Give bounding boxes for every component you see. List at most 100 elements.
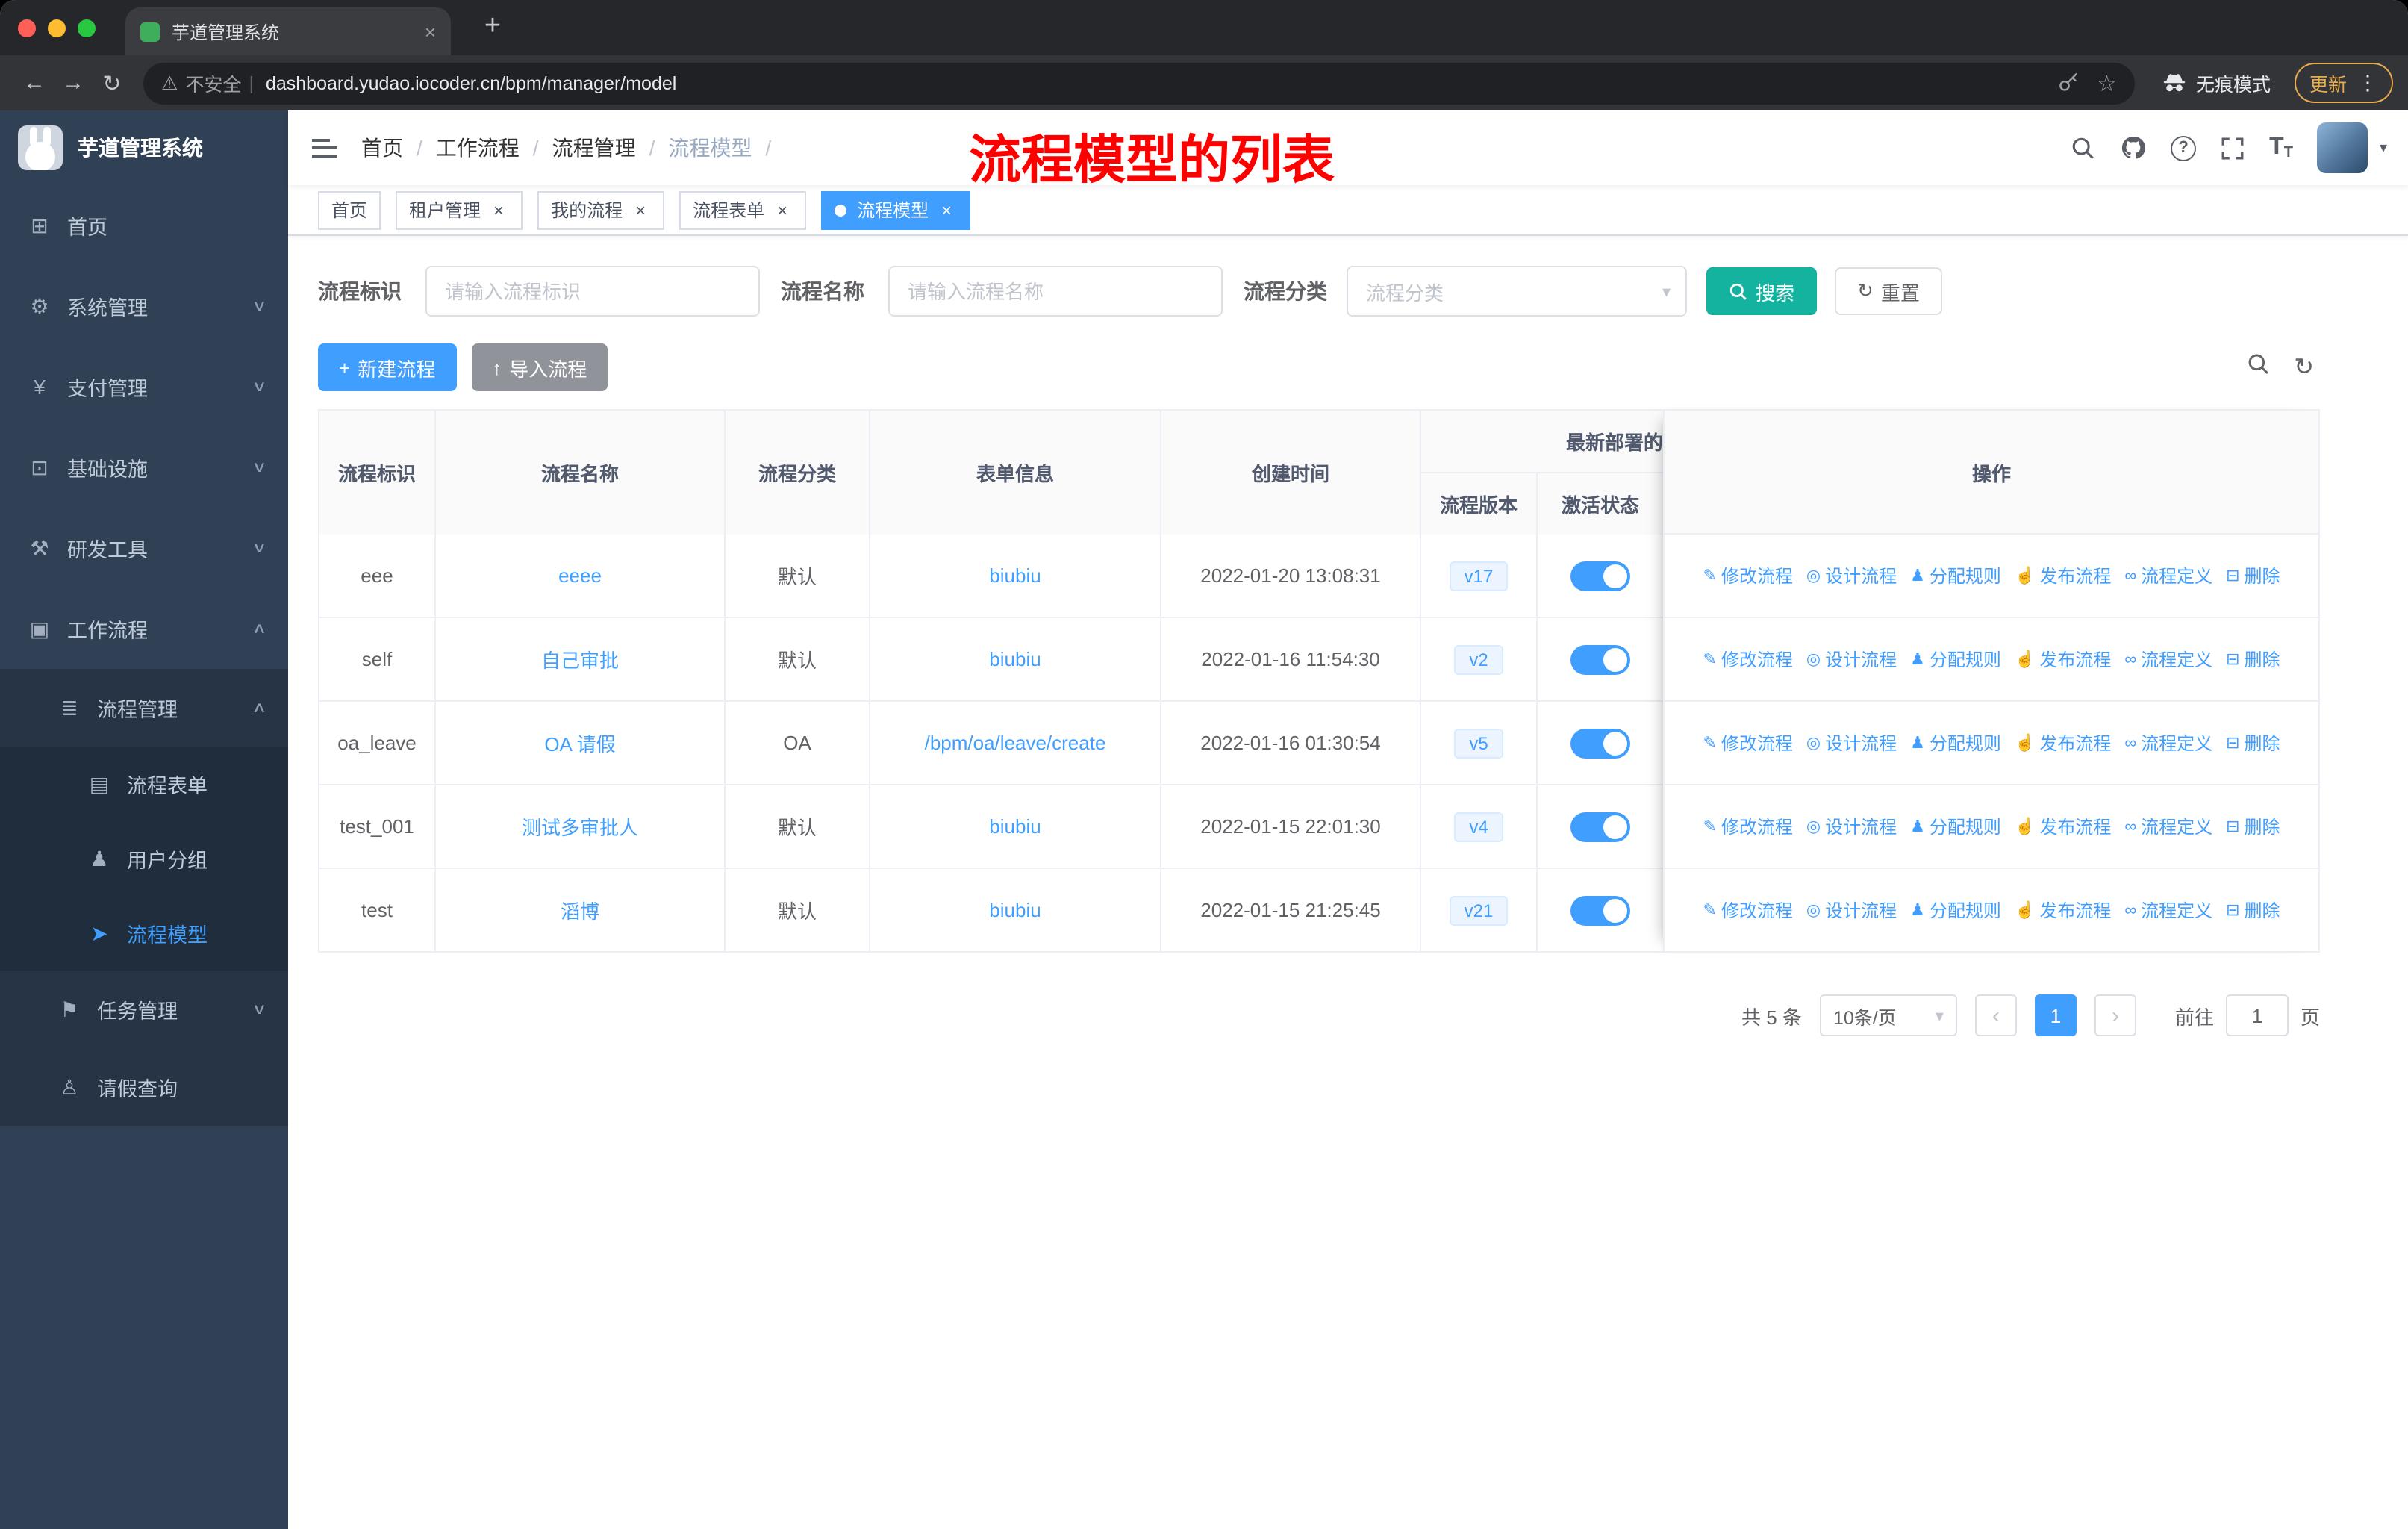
modify-process-action[interactable]: ✎ 修改流程 xyxy=(1703,897,1792,923)
publish-process-action[interactable]: ☝ 发布流程 xyxy=(2015,730,2111,756)
tag-close-icon[interactable]: × xyxy=(772,199,793,220)
modify-process-action[interactable]: ✎ 修改流程 xyxy=(1703,730,1792,756)
bookmark-star-icon[interactable]: ☆ xyxy=(2097,69,2117,96)
forward-icon[interactable]: → xyxy=(54,63,93,102)
publish-process-action[interactable]: ☝ 发布流程 xyxy=(2015,563,2111,588)
active-toggle[interactable] xyxy=(1570,561,1630,591)
process-key-input[interactable] xyxy=(425,266,760,317)
prev-page-button[interactable]: ‹ xyxy=(1974,994,2017,1036)
process-definition-action[interactable]: ∞ 流程定义 xyxy=(2124,897,2212,923)
form-info-link[interactable]: biubiu xyxy=(989,899,1041,921)
assign-rule-action[interactable]: ♟ 分配规则 xyxy=(1910,647,2001,672)
modify-process-action[interactable]: ✎ 修改流程 xyxy=(1703,814,1792,839)
sidebar-item-payment[interactable]: ¥ 支付管理 ∨ xyxy=(0,346,288,427)
sidebar-item-devtools[interactable]: ⚒ 研发工具 ∨ xyxy=(0,508,288,588)
sidebar-item-infrastructure[interactable]: ⊡ 基础设施 ∨ xyxy=(0,427,288,508)
breadcrumb-item[interactable]: 流程模型 xyxy=(668,133,752,163)
reload-icon[interactable]: ↻ xyxy=(93,63,131,102)
active-toggle[interactable] xyxy=(1570,728,1630,758)
sidebar-item-process-form[interactable]: ▤ 流程表单 xyxy=(0,747,288,821)
sidebar-item-user-group[interactable]: ♟ 用户分组 xyxy=(0,821,288,896)
browser-tab[interactable]: 芋道管理系统 × xyxy=(125,7,451,55)
tab-close-icon[interactable]: × xyxy=(425,20,436,43)
sidebar-item-process-management[interactable]: ≣ 流程管理 ∧ xyxy=(0,669,288,747)
active-toggle[interactable] xyxy=(1570,812,1630,841)
browser-update-button[interactable]: 更新 ⋮ xyxy=(2294,63,2393,103)
process-definition-action[interactable]: ∞ 流程定义 xyxy=(2124,647,2212,672)
modify-process-action[interactable]: ✎ 修改流程 xyxy=(1703,647,1792,672)
process-name-link[interactable]: 自己审批 xyxy=(541,645,619,673)
process-definition-action[interactable]: ∞ 流程定义 xyxy=(2124,730,2212,756)
search-button[interactable]: 搜索 xyxy=(1706,267,1818,315)
reset-button[interactable]: ↻ 重置 xyxy=(1835,267,1942,315)
active-toggle[interactable] xyxy=(1570,644,1630,674)
process-name-link[interactable]: 滔博 xyxy=(561,896,599,924)
publish-process-action[interactable]: ☝ 发布流程 xyxy=(2015,647,2111,672)
user-avatar[interactable] xyxy=(2316,122,2368,173)
sidebar-item-system[interactable]: ⚙ 系统管理 ∨ xyxy=(0,266,288,346)
delete-action[interactable]: ⊟ 删除 xyxy=(2226,730,2280,756)
form-info-link[interactable]: biubiu xyxy=(989,648,1041,670)
form-info-link[interactable]: biubiu xyxy=(989,564,1041,587)
tag-close-icon[interactable]: × xyxy=(936,199,957,220)
sidebar-item-home[interactable]: ⊞ 首页 xyxy=(0,185,288,266)
process-name-link[interactable]: eeee xyxy=(558,564,602,587)
github-icon[interactable] xyxy=(2120,134,2147,161)
sidebar-item-leave-query[interactable]: ♙ 请假查询 xyxy=(0,1048,288,1126)
sidebar-item-process-model[interactable]: ➤ 流程模型 xyxy=(0,896,288,971)
new-tab-button[interactable]: + xyxy=(472,6,514,48)
toggle-search-icon[interactable] xyxy=(2246,352,2270,383)
design-process-action[interactable]: ◎ 设计流程 xyxy=(1806,563,1897,588)
design-process-action[interactable]: ◎ 设计流程 xyxy=(1806,647,1897,672)
design-process-action[interactable]: ◎ 设计流程 xyxy=(1806,897,1897,923)
form-info-link[interactable]: biubiu xyxy=(989,815,1041,838)
modify-process-action[interactable]: ✎ 修改流程 xyxy=(1703,563,1792,588)
hamburger-icon[interactable] xyxy=(288,138,361,158)
publish-process-action[interactable]: ☝ 发布流程 xyxy=(2015,897,2111,923)
delete-action[interactable]: ⊟ 删除 xyxy=(2226,814,2280,839)
breadcrumb-item[interactable]: 流程管理 xyxy=(552,133,636,163)
close-window-button[interactable] xyxy=(18,19,36,37)
address-bar[interactable]: ⚠ 不安全 | dashboard.yudao.iocoder.cn/bpm/m… xyxy=(143,62,2135,104)
refresh-table-icon[interactable]: ↻ xyxy=(2294,352,2314,382)
breadcrumb-item[interactable]: 首页 xyxy=(361,133,403,163)
assign-rule-action[interactable]: ♟ 分配规则 xyxy=(1910,814,2001,839)
active-toggle[interactable] xyxy=(1570,895,1630,925)
back-icon[interactable]: ← xyxy=(15,63,54,102)
minimize-window-button[interactable] xyxy=(48,19,66,37)
form-info-link[interactable]: /bpm/oa/leave/create xyxy=(925,732,1106,754)
delete-action[interactable]: ⊟ 删除 xyxy=(2226,563,2280,588)
page-size-select[interactable]: 10条/页 ▾ xyxy=(1819,994,1957,1036)
tag-home[interactable]: 首页 × xyxy=(318,190,381,229)
breadcrumb-item[interactable]: 工作流程 xyxy=(436,133,520,163)
tag-my-process[interactable]: 我的流程 × xyxy=(537,190,665,229)
tag-close-icon[interactable]: × xyxy=(630,199,651,220)
delete-action[interactable]: ⊟ 删除 xyxy=(2226,647,2280,672)
tag-tenant[interactable]: 租户管理 × xyxy=(396,190,523,229)
key-icon[interactable] xyxy=(2056,72,2079,94)
process-definition-action[interactable]: ∞ 流程定义 xyxy=(2124,563,2212,588)
design-process-action[interactable]: ◎ 设计流程 xyxy=(1806,730,1897,756)
next-page-button[interactable]: › xyxy=(2094,994,2136,1036)
publish-process-action[interactable]: ☝ 发布流程 xyxy=(2015,814,2111,839)
assign-rule-action[interactable]: ♟ 分配规则 xyxy=(1910,897,2001,923)
sidebar-item-task-management[interactable]: ⚑ 任务管理 ∨ xyxy=(0,971,288,1048)
fullscreen-icon[interactable] xyxy=(2220,135,2245,161)
process-name-link[interactable]: OA 请假 xyxy=(544,729,615,757)
page-1-button[interactable]: 1 xyxy=(2034,994,2077,1036)
tag-process-model[interactable]: 流程模型 × xyxy=(821,190,971,229)
help-icon[interactable]: ? xyxy=(2171,135,2197,161)
sidebar-item-workflow[interactable]: ▣ 工作流程 ∧ xyxy=(0,588,288,669)
search-icon[interactable] xyxy=(2071,135,2096,161)
browser-menu-icon[interactable]: ⋮ xyxy=(2357,70,2378,96)
process-name-link[interactable]: 测试多审批人 xyxy=(522,812,638,841)
import-process-button[interactable]: ↑ 导入流程 xyxy=(471,343,608,391)
design-process-action[interactable]: ◎ 设计流程 xyxy=(1806,814,1897,839)
font-size-icon[interactable]: TT xyxy=(2269,134,2293,161)
tag-process-form[interactable]: 流程表单 × xyxy=(679,190,807,229)
assign-rule-action[interactable]: ♟ 分配规则 xyxy=(1910,730,2001,756)
process-name-input[interactable] xyxy=(888,266,1223,317)
assign-rule-action[interactable]: ♟ 分配规则 xyxy=(1910,563,2001,588)
delete-action[interactable]: ⊟ 删除 xyxy=(2226,897,2280,923)
maximize-window-button[interactable] xyxy=(78,19,96,37)
